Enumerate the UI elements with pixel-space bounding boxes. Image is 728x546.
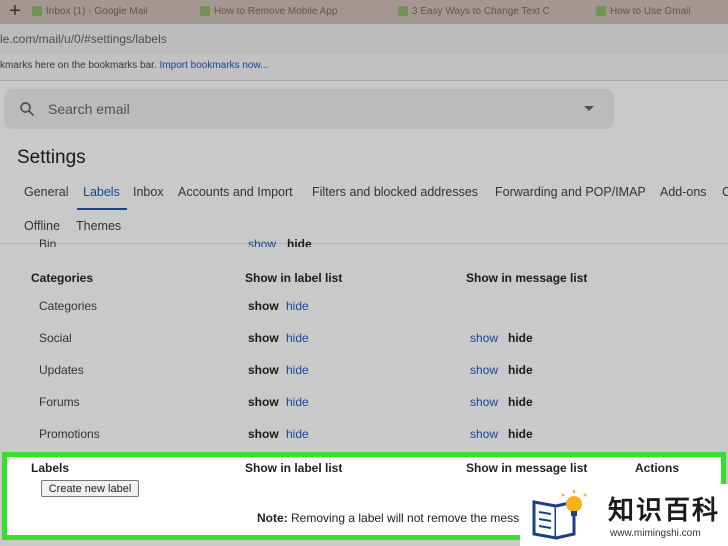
watermark-title: 知识百科 (608, 495, 721, 525)
watermark: 知识百科 www.mimingshi.com (520, 484, 728, 546)
search-icon[interactable] (18, 100, 36, 118)
table-row: Forums show hide show hide (0, 395, 728, 415)
hide-link[interactable]: hide (286, 363, 309, 377)
hide-option: hide (508, 427, 533, 441)
hide-option: hide (508, 395, 533, 409)
tab-favicon-icon (200, 6, 210, 17)
tab-labels[interactable]: Labels (83, 185, 120, 199)
column-heading: Show in label list (245, 271, 343, 285)
show-option: show (248, 427, 279, 441)
browser-tab[interactable]: Inbox (1) - Google Mail (32, 3, 192, 21)
show-option: show (248, 299, 279, 313)
tab-chat-partial[interactable]: C (722, 185, 728, 199)
search-input[interactable]: Search email (48, 101, 130, 117)
import-bookmarks-link[interactable]: Import bookmarks now... (160, 60, 269, 71)
bookmarks-hint: kmarks here on the bookmarks bar. Import… (0, 60, 268, 71)
tab-themes[interactable]: Themes (76, 219, 121, 233)
hide-link[interactable]: hide (286, 331, 309, 345)
tab-favicon-icon (398, 6, 408, 17)
hide-option: hide (508, 331, 533, 345)
column-heading: Show in message list (466, 271, 588, 285)
hide-option: hide (508, 363, 533, 377)
category-name: Promotions (39, 427, 100, 441)
browser-tab[interactable]: How to Remove Mobile App (200, 3, 390, 21)
tab-add-ons[interactable]: Add-ons (660, 185, 707, 199)
search-bar[interactable]: Search email (4, 89, 614, 129)
section-heading: Categories (31, 271, 94, 285)
hide-option: hide (287, 237, 312, 247)
hide-link[interactable]: hide (286, 299, 309, 313)
table-row: Social show hide show hide (0, 331, 728, 351)
tab-general[interactable]: General (24, 185, 68, 199)
category-name: Updates (39, 363, 84, 377)
tab-inbox[interactable]: Inbox (133, 185, 164, 199)
show-link[interactable]: show (470, 363, 498, 377)
tab-accounts-and-import[interactable]: Accounts and Import (178, 185, 293, 199)
show-option: show (248, 395, 279, 409)
table-row: Promotions show hide show hide (0, 427, 728, 447)
url-text[interactable]: le.com/mail/u/0/#settings/labels (0, 32, 167, 46)
show-link[interactable]: show (470, 427, 498, 441)
category-name: Categories (39, 299, 98, 313)
browser-tab[interactable]: 3 Easy Ways to Change Text C (398, 3, 588, 21)
book-lightbulb-logo-icon (532, 490, 587, 540)
column-heading: Show in label list (245, 461, 343, 475)
category-name: Social (39, 331, 72, 345)
tab-forwarding[interactable]: Forwarding and POP/IMAP (495, 185, 646, 199)
tab-favicon-icon (596, 6, 606, 17)
browser-tab[interactable]: How to Use Gmail (596, 3, 728, 21)
show-option: show (248, 331, 279, 345)
active-tab-indicator (77, 208, 127, 210)
removal-note: Note: Removing a label will not remove t… (257, 511, 519, 525)
search-options-dropdown-icon[interactable] (584, 106, 594, 111)
table-row: Updates show hide show hide (0, 363, 728, 383)
new-tab-plus-icon[interactable]: + (4, 1, 26, 23)
show-link[interactable]: show (470, 331, 498, 345)
create-new-label-button[interactable]: Create new label (41, 480, 139, 497)
hide-link[interactable]: hide (286, 395, 309, 409)
column-heading: Actions (635, 461, 680, 475)
settings-tabs: General Labels Inbox Accounts and Import… (0, 185, 728, 209)
show-link[interactable]: show (470, 395, 498, 409)
page-title: Settings (17, 147, 86, 168)
bookmarks-bar: kmarks here on the bookmarks bar. Import… (0, 54, 728, 81)
categories-header: Categories Show in label list Show in me… (0, 271, 728, 291)
note-text: Removing a label will not remove the mes… (287, 511, 520, 525)
table-row: Categories show hide (0, 299, 728, 319)
watermark-url: www.mimingshi.com (610, 528, 701, 539)
show-option: show (248, 363, 279, 377)
label-name: Bin (39, 237, 57, 247)
table-row: Bin show hide (0, 237, 728, 247)
column-heading: Show in message list (466, 461, 588, 475)
tab-filters[interactable]: Filters and blocked addresses (312, 185, 478, 199)
tab-favicon-icon (32, 6, 42, 17)
category-name: Forums (39, 395, 80, 409)
hide-link[interactable]: hide (286, 427, 309, 441)
address-bar[interactable]: le.com/mail/u/0/#settings/labels (0, 24, 728, 54)
section-heading: Labels (31, 461, 70, 475)
browser-tab-strip: + Inbox (1) - Google Mail How to Remove … (0, 0, 728, 24)
tab-offline[interactable]: Offline (24, 219, 60, 233)
bookmarks-hint-text: kmarks here on the bookmarks bar. (0, 60, 157, 71)
show-link[interactable]: show (248, 237, 276, 247)
note-bold: Note: (257, 511, 288, 525)
